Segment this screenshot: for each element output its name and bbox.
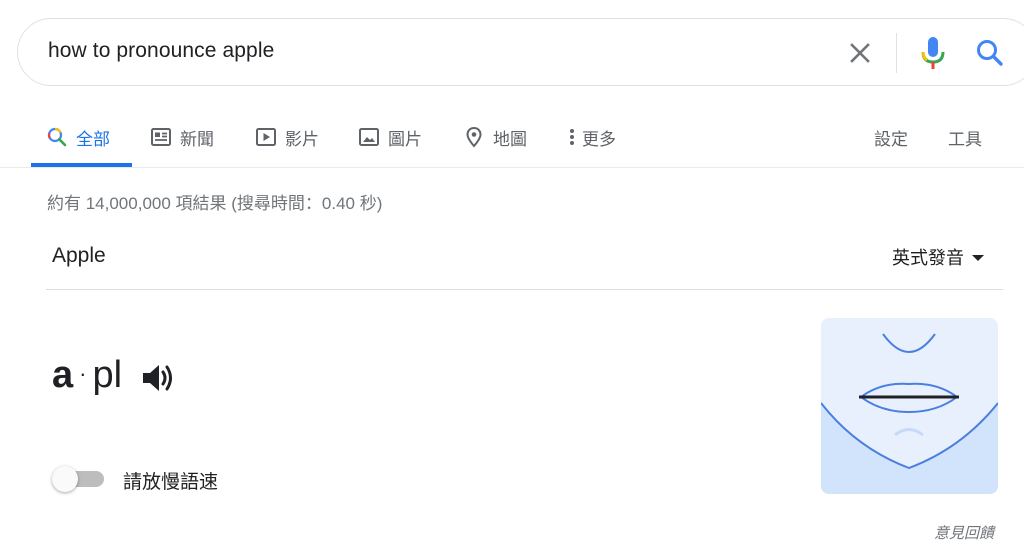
search-tabs: 全部 新聞 影片 圖片 地圖 更多 設定 工具 <box>0 104 1024 168</box>
more-vert-icon <box>570 129 574 145</box>
phonetic-spelling: a · pl <box>52 354 122 397</box>
feedback-link[interactable]: 意見回饋 <box>934 522 994 543</box>
map-pin-icon <box>466 126 482 148</box>
pronunciation-word: Apple <box>52 244 106 267</box>
tab-images[interactable]: 圖片 <box>358 122 422 152</box>
settings-link[interactable]: 設定 <box>874 122 908 152</box>
slow-speed-label: 請放慢語速 <box>123 472 219 493</box>
voice-search-button[interactable] <box>918 35 948 71</box>
stressed-syllable: a <box>52 354 74 396</box>
toggle-knob <box>52 466 78 492</box>
tab-all[interactable]: 全部 <box>46 122 110 152</box>
tab-news-label: 新聞 <box>180 129 214 149</box>
search-bar: how to pronounce apple <box>17 18 1024 86</box>
card-divider <box>46 289 1003 290</box>
search-bar-divider <box>896 33 897 73</box>
close-icon <box>850 43 870 63</box>
tabs-divider <box>0 167 1024 168</box>
mouth-shape-illustration <box>821 318 998 494</box>
search-button[interactable] <box>974 37 1006 69</box>
microphone-icon <box>921 37 945 69</box>
tab-videos[interactable]: 影片 <box>255 122 319 152</box>
slow-speed-toggle[interactable] <box>50 465 106 493</box>
image-icon <box>359 128 379 146</box>
search-icon <box>47 127 67 147</box>
tab-maps[interactable]: 地圖 <box>463 122 527 152</box>
search-results-page: how to pronounce apple 全部 新聞 影片 圖片 地圖 更多… <box>0 0 1024 556</box>
clear-search-button[interactable] <box>846 39 874 67</box>
accent-label: 英式發音 <box>892 248 964 268</box>
tools-link[interactable]: 工具 <box>948 122 982 152</box>
tab-videos-label: 影片 <box>285 129 319 149</box>
unstressed-syllable: pl <box>92 354 123 396</box>
search-icon <box>977 40 1003 66</box>
tab-more-label: 更多 <box>582 129 616 149</box>
tab-more[interactable]: 更多 <box>566 122 616 152</box>
syllable-separator: · <box>79 361 87 386</box>
speaker-icon <box>143 365 172 391</box>
news-icon <box>151 128 171 146</box>
caret-down-icon <box>972 255 984 261</box>
accent-dropdown[interactable]: 英式發音 <box>892 244 984 270</box>
play-pronunciation-button[interactable] <box>141 361 177 395</box>
result-stats: 約有 14,000,000 項結果 (搜尋時間：0.40 秒) <box>47 194 383 213</box>
tools-label: 工具 <box>948 129 982 149</box>
search-input[interactable]: how to pronounce apple <box>48 39 274 63</box>
tab-all-label: 全部 <box>76 129 110 149</box>
video-icon <box>256 128 276 146</box>
settings-label: 設定 <box>874 129 908 149</box>
mouth-diagram-icon <box>821 333 998 494</box>
tab-images-label: 圖片 <box>388 129 422 149</box>
tab-maps-label: 地圖 <box>493 129 527 149</box>
tab-news[interactable]: 新聞 <box>150 122 214 152</box>
